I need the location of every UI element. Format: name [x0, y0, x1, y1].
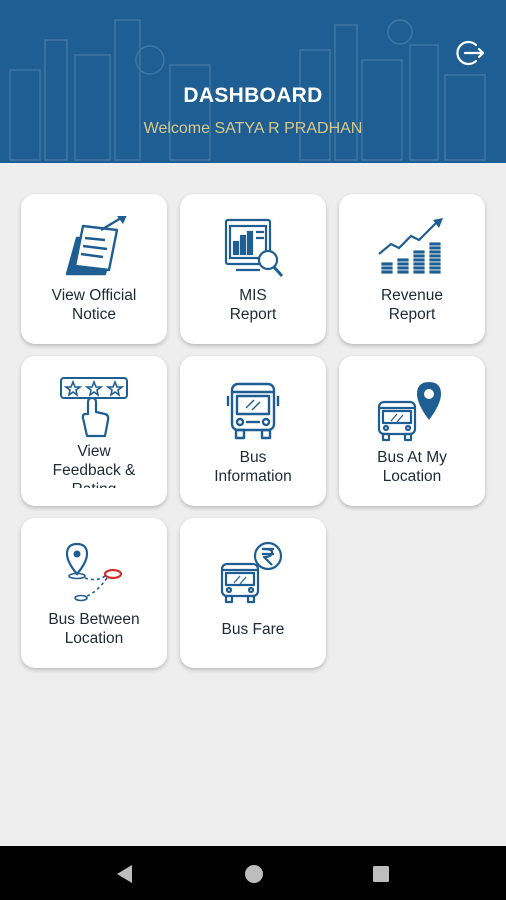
tile-mis-report[interactable]: MIS Report [180, 194, 326, 344]
revenue-icon [378, 218, 443, 275]
tile-label: Bus Fare [186, 620, 320, 639]
tile-revenue-report[interactable]: Revenue Report [339, 194, 485, 344]
city-skyline-illustration [9, 19, 486, 161]
app-header: DASHBOARD Welcome SATYA R PRADHAN [0, 0, 506, 163]
welcome-message: Welcome SATYA R PRADHAN [143, 120, 363, 137]
tile-label-line: Bus [239, 449, 267, 466]
tile-label-line: Rating [27, 480, 161, 488]
tile-label: MIS Report [186, 286, 320, 324]
tile-bus-information[interactable]: Bus Information [180, 356, 326, 506]
bus-location-icon [377, 382, 441, 442]
home-icon[interactable] [243, 863, 265, 885]
tile-label-line: Feedback & [52, 462, 136, 479]
notice-icon [65, 216, 127, 276]
tile-label: View Feedback & Rating [27, 442, 161, 488]
route-icon [65, 542, 123, 602]
tile-label: View Official Notice [27, 286, 161, 324]
feedback-icon [60, 377, 128, 438]
tile-label: Bus Information [186, 448, 320, 486]
tile-label-line: Report [229, 306, 277, 323]
tile-label-line: Bus At My [377, 449, 447, 466]
tile-label-line: View Official [51, 287, 137, 304]
system-navigation-bar [0, 846, 506, 900]
tile-label: Bus At My Location [345, 448, 479, 486]
tile-label-line: Location [64, 630, 124, 647]
tile-bus-fare[interactable]: Bus Fare [180, 518, 326, 668]
recents-icon[interactable] [371, 864, 391, 884]
bus-icon [226, 382, 280, 440]
rupee-bus-icon [220, 541, 283, 604]
report-icon [224, 218, 284, 277]
tile-label-line: Location [382, 468, 442, 485]
tile-label-line: View [77, 443, 111, 460]
tile-view-feedback-rating[interactable]: View Feedback & Rating [21, 356, 167, 506]
page-title: DASHBOARD [183, 84, 323, 107]
tile-label-line: Information [214, 468, 292, 485]
tile-label-line: Revenue [380, 287, 444, 304]
tile-label-line: MIS [239, 287, 267, 304]
tile-view-official-notice[interactable]: View Official Notice [21, 194, 167, 344]
tile-label: Revenue Report [345, 286, 479, 324]
tile-label-line: Report [388, 306, 436, 323]
tile-label-line: Notice [72, 306, 116, 323]
tile-bus-at-my-location[interactable]: Bus At My Location [339, 356, 485, 506]
tile-label-line: Bus Between [48, 611, 140, 628]
back-icon[interactable] [114, 863, 136, 885]
tile-bus-between-location[interactable]: Bus Between Location [21, 518, 167, 668]
tile-label-line: Bus Fare [221, 621, 285, 638]
logout-icon[interactable] [452, 36, 486, 70]
tile-label: Bus Between Location [27, 610, 161, 648]
